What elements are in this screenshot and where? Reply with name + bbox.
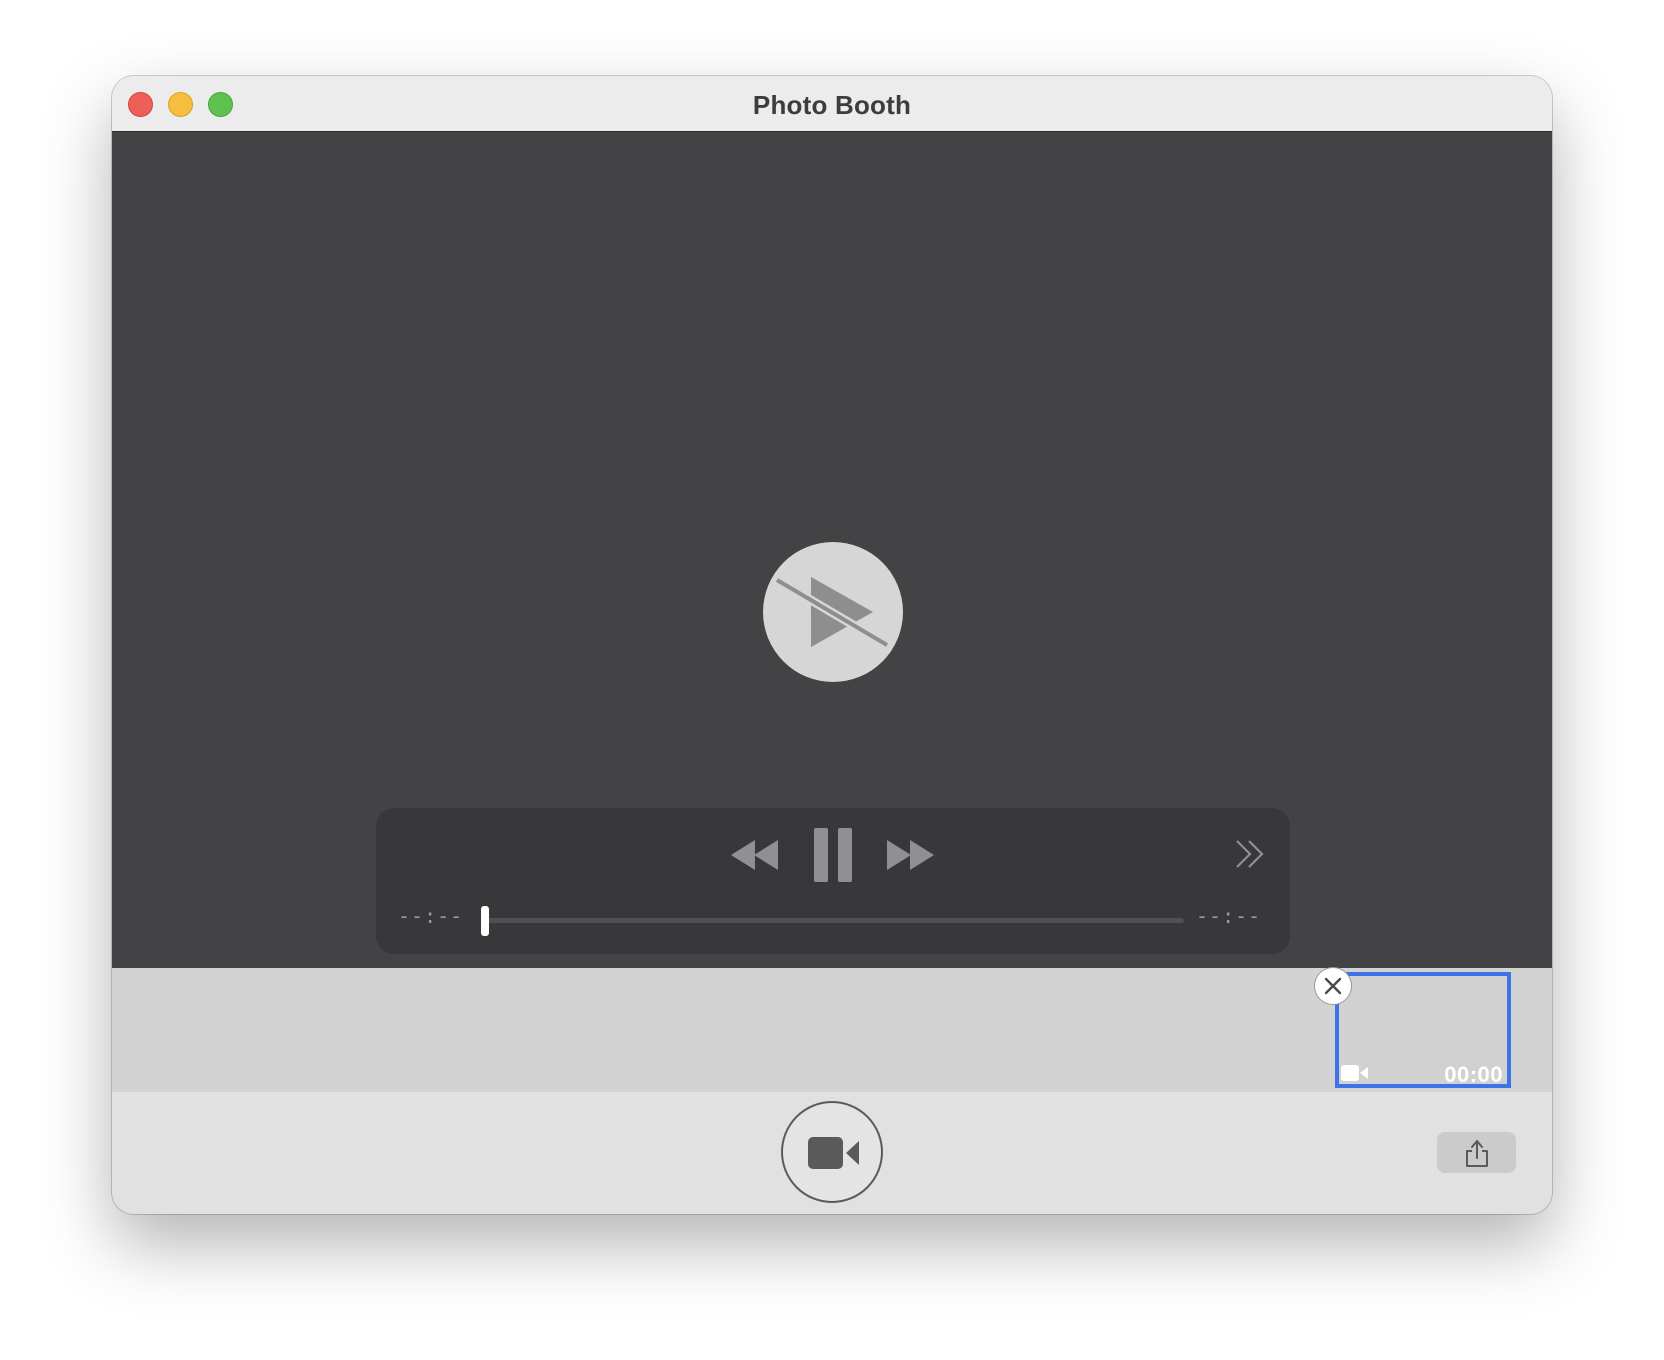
video-viewer: --:-- --:-- <box>112 132 1552 968</box>
photo-booth-window: Photo Booth --:-- --:-- 00:00 <box>112 76 1552 1214</box>
thumbnail-duration: 00:00 <box>1444 1062 1503 1087</box>
fast-forward-button[interactable] <box>886 838 934 872</box>
remaining-time: --:-- <box>1196 904 1262 928</box>
scrubber-handle[interactable] <box>481 906 489 936</box>
rewind-button[interactable] <box>731 838 779 872</box>
scrubber-track[interactable] <box>484 918 1184 923</box>
video-camera-icon <box>1341 1065 1368 1081</box>
thumbnail-tray: 00:00 <box>112 967 1552 1092</box>
record-video-button[interactable] <box>781 1101 883 1203</box>
share-icon <box>1466 1140 1488 1167</box>
delete-thumbnail-button[interactable] <box>1314 967 1352 1005</box>
share-button[interactable] <box>1437 1132 1516 1173</box>
bottom-toolbar <box>112 1092 1552 1214</box>
rewind-icon <box>731 840 778 870</box>
play-disabled-icon <box>763 542 903 682</box>
video-camera-icon <box>808 1137 859 1169</box>
close-icon <box>1324 977 1342 995</box>
window-title: Photo Booth <box>752 90 912 120</box>
elapsed-time: --:-- <box>398 904 464 928</box>
pause-button[interactable] <box>812 828 854 882</box>
more-options-button[interactable] <box>1234 838 1266 870</box>
playback-controls: --:-- --:-- <box>376 808 1290 954</box>
chevron-double-right-icon <box>1236 840 1264 868</box>
video-thumbnail[interactable]: 00:00 <box>1335 972 1511 1088</box>
fast-forward-icon <box>887 840 934 870</box>
pause-icon <box>814 828 852 882</box>
title-bar[interactable]: Photo Booth <box>112 76 1552 132</box>
